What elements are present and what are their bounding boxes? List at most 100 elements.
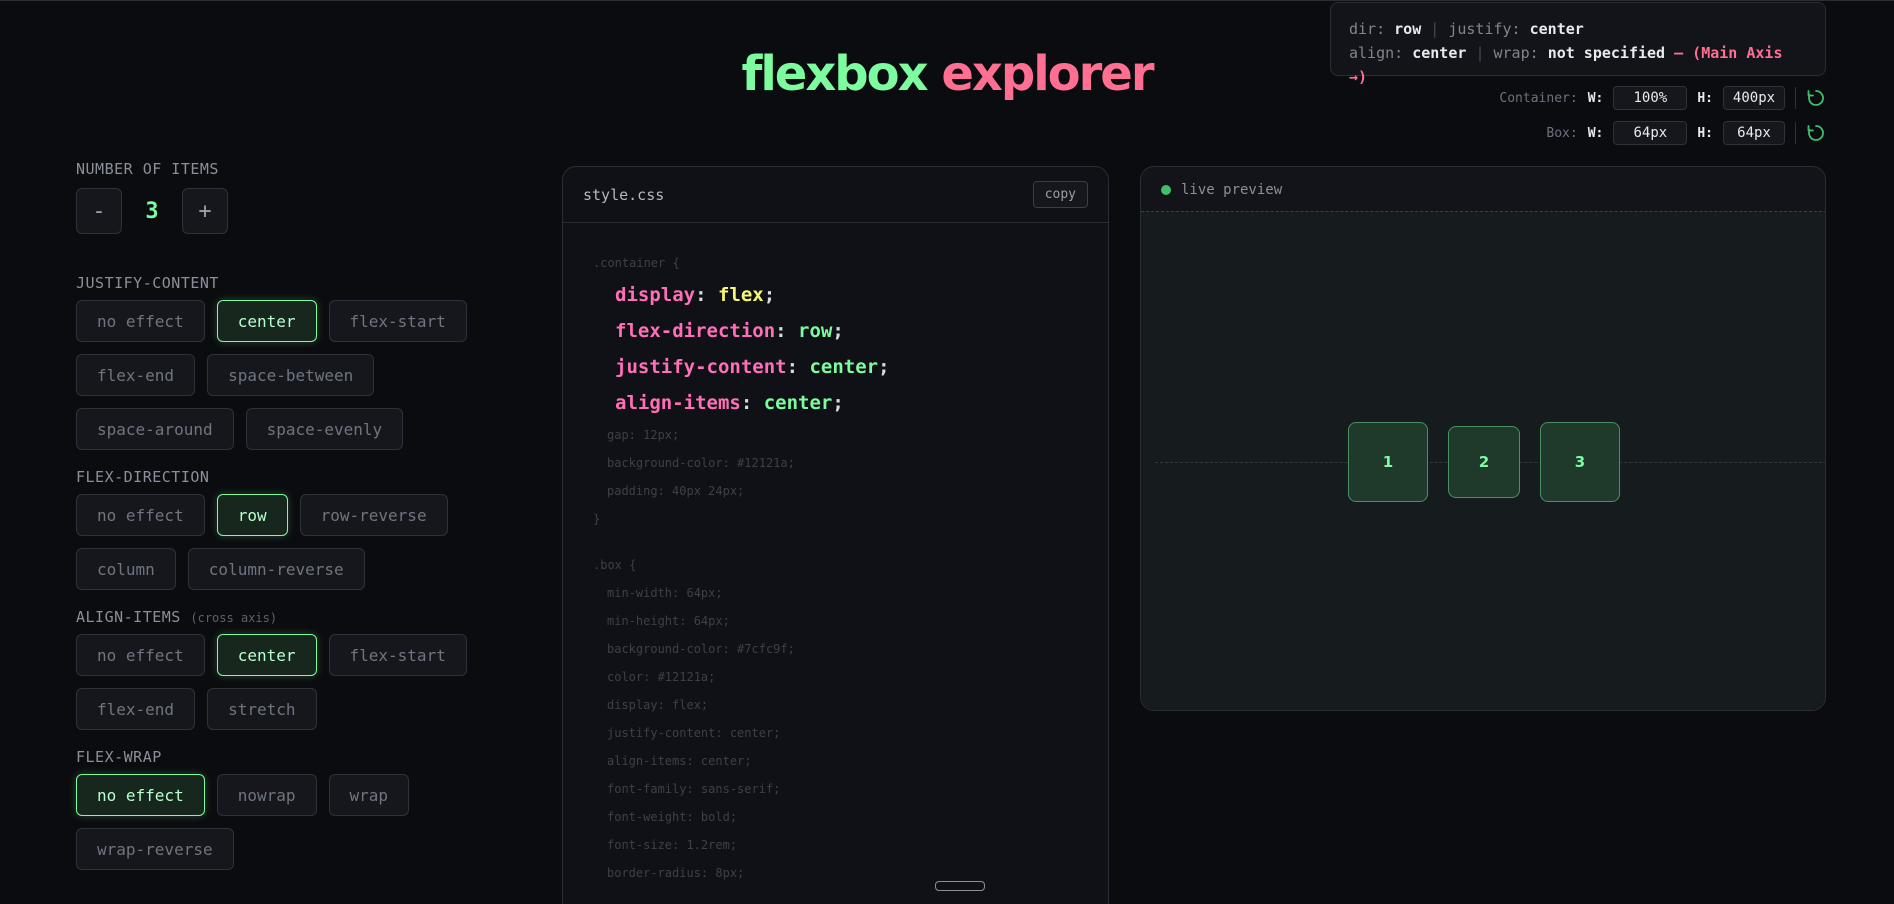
increment-button[interactable]: + xyxy=(182,188,228,234)
flex-direction-options: no effect row row-reverse column column-reve… xyxy=(76,494,496,590)
flex-wrap-options: no effect nowrap wrap wrap-reverse xyxy=(76,774,496,870)
justify-label: justify: xyxy=(1448,20,1521,38)
dir-label: dir: xyxy=(1349,20,1386,38)
align-option-center[interactable]: center xyxy=(216,634,317,676)
separator: | xyxy=(1430,20,1440,38)
height-label: H: xyxy=(1697,90,1713,106)
wrap-option-nowrap[interactable]: nowrap xyxy=(216,774,317,816)
code-line: min-height: 64px; xyxy=(607,614,730,628)
items-stepper: - 3 + xyxy=(76,188,496,234)
divider xyxy=(1795,87,1796,109)
css-property: align-items xyxy=(615,392,741,414)
css-property: flex-direction xyxy=(615,320,776,342)
wrap-label: wrap: xyxy=(1493,44,1539,62)
justify-content-label: JUSTIFY-CONTENT xyxy=(76,274,219,292)
css-property: display xyxy=(615,284,696,306)
code-line: gap: 12px; xyxy=(607,428,680,442)
width-label: W: xyxy=(1587,90,1604,106)
status-line-2: align: center | wrap: not specified — (M… xyxy=(1349,41,1807,89)
box-height-input[interactable]: 64px xyxy=(1723,121,1785,145)
justify-option-space-evenly[interactable]: space-evenly xyxy=(245,408,404,450)
title-part-2: explorer xyxy=(941,46,1154,102)
code-line: min-width: 64px; xyxy=(607,586,723,600)
live-indicator-icon xyxy=(1161,184,1171,195)
css-value: row xyxy=(798,320,833,342)
preview-header: live preview xyxy=(1141,167,1825,212)
reset-icon[interactable] xyxy=(1806,123,1826,143)
container-width-input[interactable]: 100% xyxy=(1613,86,1688,110)
direction-option-no-effect[interactable]: no effect xyxy=(76,494,205,536)
align-items-options: no effect center flex-start flex-end stretch xyxy=(76,634,496,730)
container-selector: .container { xyxy=(593,256,680,270)
box-dims-label: Box: xyxy=(1546,125,1578,141)
preview-box-2: 2 xyxy=(1448,426,1520,498)
justify-option-flex-start[interactable]: flex-start xyxy=(328,300,467,342)
align-option-stretch[interactable]: stretch xyxy=(207,688,317,730)
direction-option-column-reverse[interactable]: column-reverse xyxy=(187,548,365,590)
container-dims-label: Container: xyxy=(1499,90,1578,106)
code-line: color: #12121a; xyxy=(607,670,716,684)
justify-option-space-around[interactable]: space-around xyxy=(76,408,234,450)
align-items-label: ALIGN-ITEMS (cross axis) xyxy=(76,608,496,626)
code-line: justify-content: center; xyxy=(607,726,781,740)
copy-button[interactable]: copy xyxy=(1032,181,1088,208)
wrap-option-wrap-reverse[interactable]: wrap-reverse xyxy=(76,828,234,870)
colon: : xyxy=(695,284,718,306)
container-dimensions: Container: W: 100% H: 400px xyxy=(1499,86,1826,110)
justify-value: center xyxy=(1529,20,1584,38)
code-line-justify-content: justify-content: center; xyxy=(593,349,1078,385)
filename: style.css xyxy=(583,185,665,204)
box-width-input[interactable]: 64px xyxy=(1613,121,1688,145)
direction-option-row[interactable]: row xyxy=(216,494,288,536)
controls-panel: NUMBER OF ITEMS - 3 + JUSTIFY-CONTENT no… xyxy=(76,160,496,870)
code-line: align-items: center; xyxy=(607,754,752,768)
live-preview-panel: live preview 123 xyxy=(1140,166,1826,711)
decrement-button[interactable]: - xyxy=(76,188,122,234)
css-value: center xyxy=(763,392,833,414)
preview-box-3: 3 xyxy=(1540,422,1620,502)
justify-option-flex-end[interactable]: flex-end xyxy=(76,354,196,396)
justify-option-space-between[interactable]: space-between xyxy=(207,354,375,396)
flex-direction-label: FLEX-DIRECTION xyxy=(76,468,210,486)
semicolon: ; xyxy=(878,356,890,378)
justify-option-center[interactable]: center xyxy=(216,300,317,342)
preview-box-1: 1 xyxy=(1348,422,1428,502)
semicolon: ; xyxy=(763,284,776,306)
items-label: NUMBER OF ITEMS xyxy=(76,160,219,178)
code-line: padding: 40px 24px; xyxy=(607,484,745,498)
title-part-1: flexbox xyxy=(741,46,928,102)
code-line-align-items: align-items: center; xyxy=(593,385,1078,421)
status-summary: dir: row | justify: center align: center… xyxy=(1330,2,1826,86)
code-line-flex-direction: flex-direction: row; xyxy=(593,313,1078,349)
preview-label: live preview xyxy=(1181,181,1283,198)
code-line: font-family: sans-serif; xyxy=(607,782,781,796)
align-option-flex-end[interactable]: flex-end xyxy=(76,688,196,730)
align-option-no-effect[interactable]: no effect xyxy=(76,634,205,676)
box-dimensions: Box: W: 64px H: 64px xyxy=(1546,121,1826,145)
justify-option-no-effect[interactable]: no effect xyxy=(76,300,205,342)
code-line: background-color: #7cfc9f; xyxy=(607,642,795,656)
code-line: border-radius: 8px; xyxy=(607,866,745,880)
scroll-handle[interactable] xyxy=(935,881,985,891)
reset-icon[interactable] xyxy=(1806,88,1826,108)
separator: | xyxy=(1475,44,1485,62)
top-border xyxy=(0,0,1894,1)
align-option-flex-start[interactable]: flex-start xyxy=(328,634,467,676)
css-value: center xyxy=(809,356,879,378)
code-line: font-weight: bold; xyxy=(607,810,738,824)
divider xyxy=(1795,122,1796,144)
direction-option-column[interactable]: column xyxy=(76,548,176,590)
css-property: justify-content xyxy=(615,356,787,378)
box-selector: .box { xyxy=(593,558,637,572)
container-height-input[interactable]: 400px xyxy=(1723,86,1785,110)
wrap-option-no-effect[interactable]: no effect xyxy=(76,774,205,816)
colon: : xyxy=(775,320,799,342)
align-value: center xyxy=(1412,44,1467,62)
container-other-declarations: gap: 12px; background-color: #12121a; padd… xyxy=(593,421,1078,505)
cross-axis-note: (cross axis) xyxy=(190,611,278,625)
direction-option-row-reverse[interactable]: row-reverse xyxy=(299,494,448,536)
code-header: style.css copy xyxy=(563,167,1108,223)
code-line: display: flex; xyxy=(607,698,709,712)
wrap-option-wrap[interactable]: wrap xyxy=(328,774,410,816)
item-count: 3 xyxy=(145,198,159,224)
